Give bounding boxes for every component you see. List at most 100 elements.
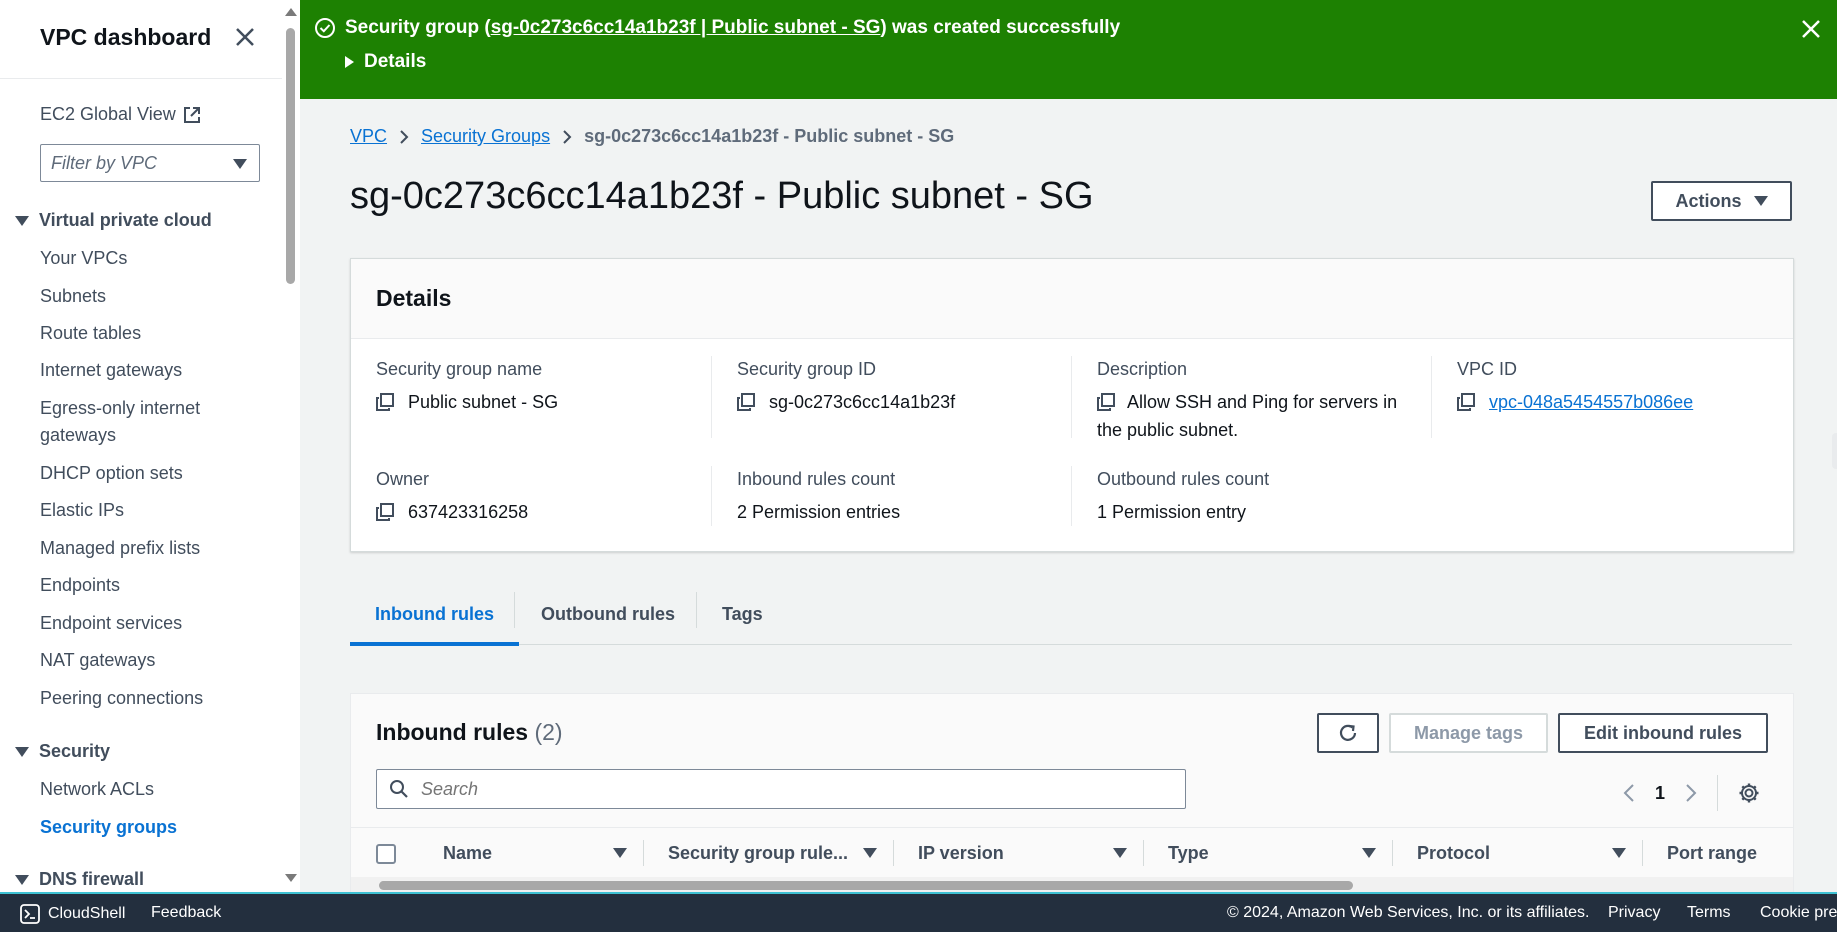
sidebar-item-peering-connections[interactable]: Peering connections xyxy=(40,685,203,712)
privacy-link[interactable]: Privacy xyxy=(1608,904,1660,922)
sidebar-item-internet-gateways[interactable]: Internet gateways xyxy=(40,357,182,384)
tab-divider xyxy=(696,592,697,628)
caret-down-icon xyxy=(1753,196,1768,206)
flash-details-toggle[interactable]: Details xyxy=(345,51,426,73)
sort-caret-icon[interactable] xyxy=(1362,848,1376,858)
sidebar-item-dhcp-option-sets[interactable]: DHCP option sets xyxy=(40,460,183,487)
pager-divider xyxy=(1717,775,1719,811)
sort-caret-icon[interactable] xyxy=(1113,848,1127,858)
ec2-global-view-link[interactable]: EC2 Global View xyxy=(40,104,202,125)
cloudshell-button[interactable]: CloudShell xyxy=(20,904,125,924)
page-title: sg-0c273c6cc14a1b23f - Public subnet - S… xyxy=(350,175,1094,217)
side-navigation: VPC dashboard EC2 Global View Filter by … xyxy=(0,0,283,892)
sidebar-item-egress-only-internet-gateways[interactable]: Egress-only internet gateways xyxy=(40,395,200,449)
sidebar-item-managed-prefix-lists[interactable]: Managed prefix lists xyxy=(40,535,200,562)
feedback-link[interactable]: Feedback xyxy=(151,904,221,922)
chevron-right-icon xyxy=(400,129,409,144)
settings-gear-icon[interactable] xyxy=(1738,782,1760,804)
side-panel-handle[interactable] xyxy=(1832,433,1837,469)
sidebar-item-your-vpcs[interactable]: Your VPCs xyxy=(40,245,127,272)
column-header-ip-version[interactable]: IP version xyxy=(918,828,1004,878)
tab-inbound-rules[interactable]: Inbound rules xyxy=(350,586,519,646)
search-input[interactable] xyxy=(419,777,1163,801)
copy-icon[interactable] xyxy=(1097,393,1115,411)
sidebar-title: VPC dashboard xyxy=(40,24,212,50)
edit-inbound-rules-button[interactable]: Edit inbound rules xyxy=(1558,713,1768,753)
sort-caret-icon[interactable] xyxy=(863,848,877,858)
horizontal-scrollbar[interactable] xyxy=(351,877,1793,893)
field-description: Description Allow SSH and Ping for serve… xyxy=(1097,359,1417,444)
section-security[interactable]: Security xyxy=(15,741,110,762)
copy-icon[interactable] xyxy=(1457,393,1475,411)
copy-icon[interactable] xyxy=(376,393,394,411)
field-value: sg-0c273c6cc14a1b23f xyxy=(769,392,956,412)
actions-dropdown-button[interactable]: Actions xyxy=(1651,181,1792,221)
sidebar-item-route-tables[interactable]: Route tables xyxy=(40,320,141,347)
sidebar-item-security-groups[interactable]: Security groups xyxy=(40,814,177,841)
tab-list: Inbound rules Outbound rules Tags xyxy=(350,586,1792,646)
tab-outbound-rules[interactable]: Outbound rules xyxy=(541,586,675,642)
ec2-global-view-label: EC2 Global View xyxy=(40,104,176,124)
column-header-port-range[interactable]: Port range xyxy=(1667,828,1757,878)
column-resizer[interactable] xyxy=(643,840,644,866)
column-header-protocol[interactable]: Protocol xyxy=(1417,828,1490,878)
scroll-down-arrow-icon[interactable] xyxy=(285,874,297,882)
search-icon xyxy=(390,780,408,798)
details-panel: Details Security group name Public subne… xyxy=(350,258,1794,552)
chevron-left-icon[interactable] xyxy=(1623,783,1635,803)
section-virtual-private-cloud[interactable]: Virtual private cloud xyxy=(15,210,212,231)
sidebar-item-network-acls[interactable]: Network ACLs xyxy=(40,776,154,803)
breadcrumb-security-groups-link[interactable]: Security Groups xyxy=(421,126,550,147)
sidebar-item-endpoint-services[interactable]: Endpoint services xyxy=(40,610,182,637)
sort-caret-icon[interactable] xyxy=(1612,848,1626,858)
column-header-security-group-rule[interactable]: Security group rule... xyxy=(668,828,848,878)
sidebar-item-subnets[interactable]: Subnets xyxy=(40,283,106,310)
details-header: Details xyxy=(351,259,1793,339)
terms-link[interactable]: Terms xyxy=(1687,904,1731,922)
section-dns-firewall[interactable]: DNS firewall xyxy=(15,869,144,890)
flash-security-group-link[interactable]: sg-0c273c6cc14a1b23f | Public subnet - S… xyxy=(491,17,881,38)
chevron-right-icon[interactable] xyxy=(1685,783,1697,803)
copyright-text: © 2024, Amazon Web Services, Inc. or its… xyxy=(1227,904,1590,921)
select-all-checkbox[interactable] xyxy=(376,844,396,864)
sort-caret-icon[interactable] xyxy=(613,848,627,858)
sidebar-item-label-line2: gateways xyxy=(40,425,117,445)
column-resizer[interactable] xyxy=(1642,840,1643,866)
cookie-preferences-link[interactable]: Cookie pref xyxy=(1760,904,1837,922)
column-header-type[interactable]: Type xyxy=(1168,828,1209,878)
filter-by-vpc-select[interactable]: Filter by VPC xyxy=(40,144,260,182)
tab-divider xyxy=(514,592,515,628)
column-resizer[interactable] xyxy=(893,840,894,866)
column-divider xyxy=(1431,356,1432,438)
inbound-rules-heading: Inbound rules (2) xyxy=(376,719,563,746)
close-icon[interactable] xyxy=(1800,18,1822,40)
field-label: Owner xyxy=(376,469,430,489)
breadcrumb-vpc-link[interactable]: VPC xyxy=(350,126,387,147)
scroll-up-arrow-icon[interactable] xyxy=(285,8,297,16)
column-resizer[interactable] xyxy=(1143,840,1144,866)
column-header-name[interactable]: Name xyxy=(443,828,492,878)
field-value: 1 Permission entry xyxy=(1097,502,1247,522)
success-check-icon xyxy=(315,18,335,38)
tab-tags[interactable]: Tags xyxy=(722,586,763,642)
vpc-id-link[interactable]: vpc-048a5454557b086ee xyxy=(1489,388,1693,416)
column-resizer[interactable] xyxy=(1392,840,1393,866)
close-icon[interactable] xyxy=(233,25,257,49)
flash-message: Security group (sg-0c273c6cc14a1b23f | P… xyxy=(345,17,1120,39)
sidebar-item-nat-gateways[interactable]: NAT gateways xyxy=(40,647,155,674)
scrollbar-thumb[interactable] xyxy=(286,28,295,284)
sidebar-item-endpoints[interactable]: Endpoints xyxy=(40,572,120,599)
field-vpc-id: VPC ID vpc-048a5454557b086ee xyxy=(1457,359,1693,416)
scrollbar-thumb[interactable] xyxy=(379,881,1353,890)
refresh-button[interactable] xyxy=(1317,713,1379,753)
details-heading: Details xyxy=(376,285,452,311)
cloudshell-icon xyxy=(20,904,40,924)
sidebar-item-elastic-ips[interactable]: Elastic IPs xyxy=(40,497,124,524)
copy-icon[interactable] xyxy=(737,393,755,411)
manage-tags-button[interactable]: Manage tags xyxy=(1389,713,1548,753)
copy-icon[interactable] xyxy=(376,503,394,521)
sidebar-scrollbar[interactable] xyxy=(282,0,300,892)
current-page-number[interactable]: 1 xyxy=(1655,783,1665,804)
search-field[interactable] xyxy=(376,769,1186,809)
field-label: VPC ID xyxy=(1457,359,1518,379)
